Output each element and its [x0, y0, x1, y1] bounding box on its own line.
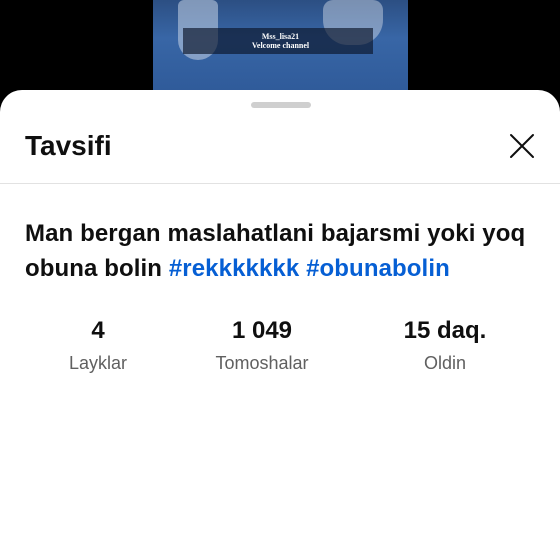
- close-button[interactable]: [506, 130, 538, 162]
- drag-handle[interactable]: [251, 102, 311, 108]
- stat-published: 15 daq. Oldin: [355, 314, 535, 376]
- views-count: 1 049: [231, 317, 293, 344]
- likes-count: 4: [91, 317, 105, 344]
- video-description: Man bergan maslahatlani bajarsmi yoki yo…: [25, 216, 545, 286]
- published-label: Oldin: [423, 353, 467, 373]
- video-stats: 4 Layklar 1 049 Tomoshalar 15 daq. Oldin: [0, 314, 560, 384]
- sheet-title: Tavsifi: [25, 130, 112, 161]
- video-watermark-line1: Mss_lisa21: [261, 32, 300, 41]
- description-sheet: Tavsifi Man bergan maslahatlani bajarsmi…: [0, 90, 560, 560]
- video-frame[interactable]: Mss_lisa21 Velcome channel: [153, 0, 408, 95]
- published-ago: 15 daq.: [403, 317, 487, 344]
- hashtag-link[interactable]: #rekkkkkkk: [169, 255, 299, 282]
- video-player[interactable]: Mss_lisa21 Velcome channel: [0, 0, 560, 95]
- likes-label: Layklar: [68, 353, 128, 373]
- views-label: Tomoshalar: [215, 353, 309, 373]
- hashtag-link[interactable]: #obunabolin: [306, 255, 450, 282]
- divider: [0, 183, 560, 184]
- video-watermark-line2: Velcome channel: [251, 41, 310, 50]
- stat-likes: 4 Layklar: [8, 314, 188, 376]
- stat-views: 1 049 Tomoshalar: [172, 314, 352, 376]
- close-icon: [510, 134, 534, 158]
